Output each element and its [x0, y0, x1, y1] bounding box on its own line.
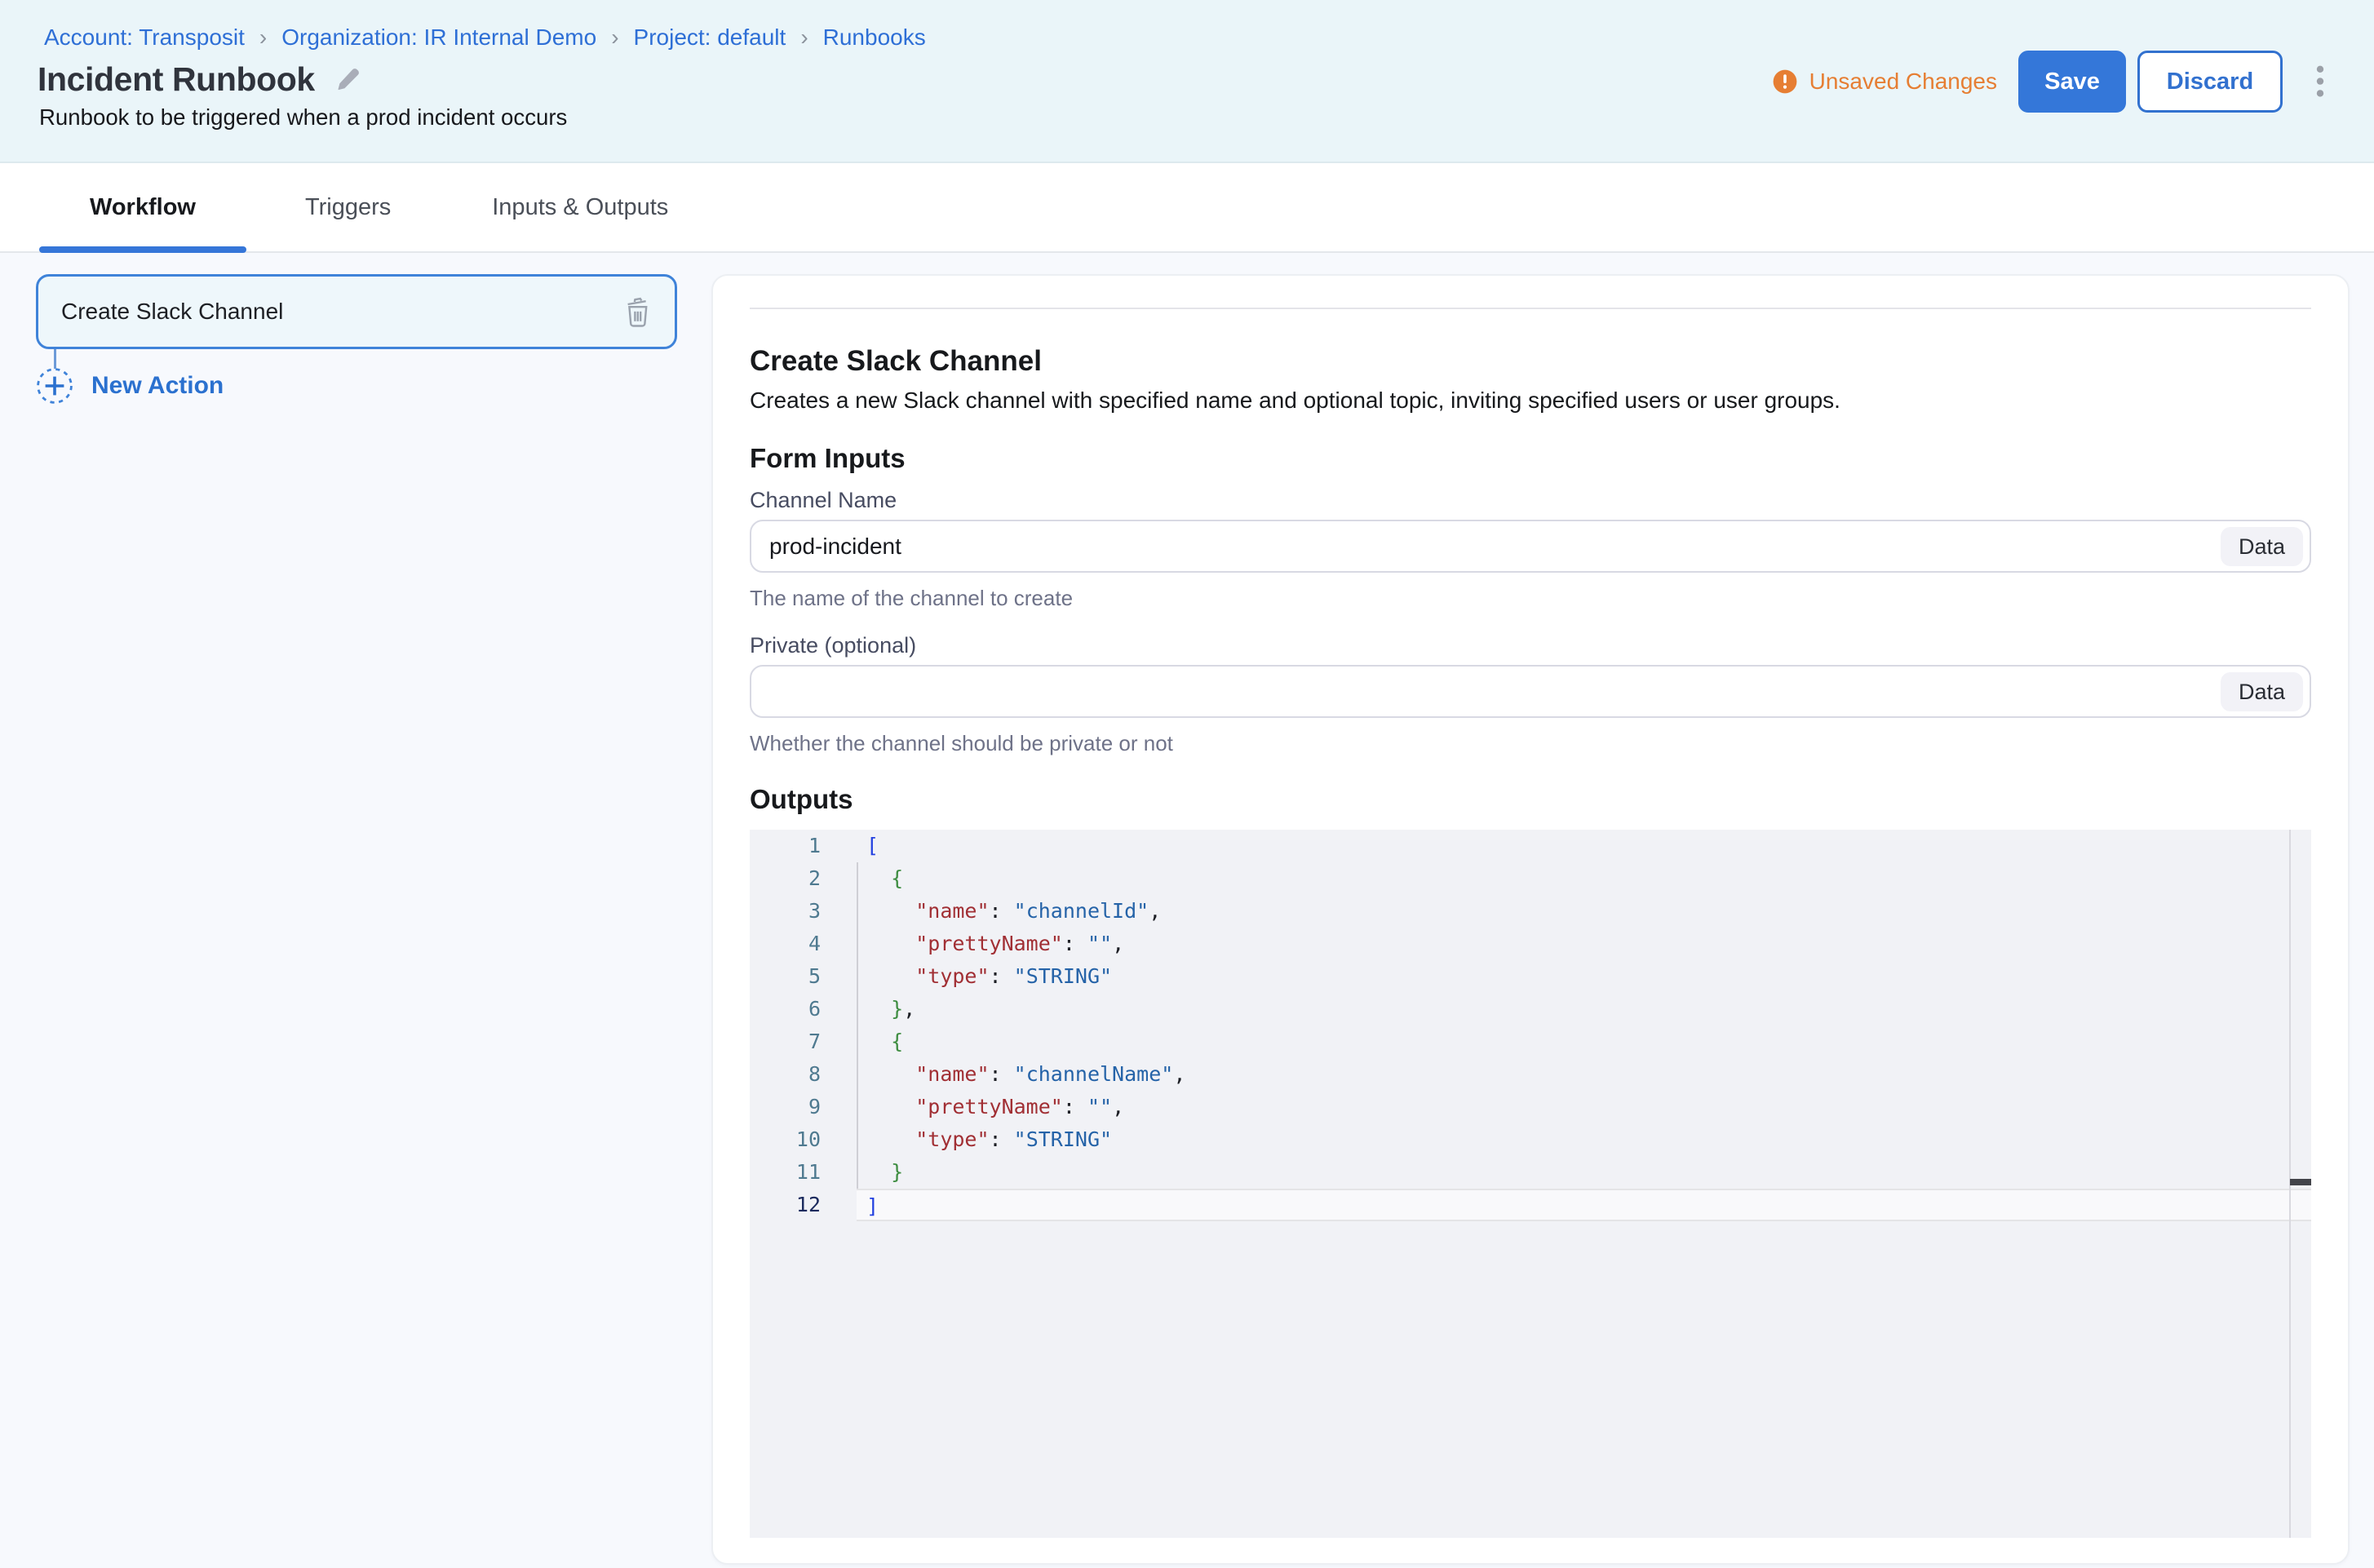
- outputs-heading: Outputs: [750, 782, 2311, 817]
- pencil-icon: [334, 67, 361, 93]
- delete-step-button[interactable]: [621, 293, 655, 330]
- private-input[interactable]: [750, 665, 2311, 718]
- channel-name-input[interactable]: [750, 520, 2311, 573]
- editor-line-number: 10: [750, 1123, 857, 1156]
- unsaved-changes-label: Unsaved Changes: [1809, 69, 1997, 95]
- step-connector-line: [54, 349, 56, 369]
- editor-line-number: 4: [750, 928, 857, 960]
- trash-icon: [624, 296, 652, 327]
- page-title: Incident Runbook: [38, 60, 315, 99]
- action-description: Creates a new Slack channel with specifi…: [750, 386, 2311, 415]
- channel-name-helper: The name of the channel to create: [750, 585, 2311, 611]
- plus-circle-icon: [36, 367, 73, 405]
- editor-line-number: 9: [750, 1091, 857, 1123]
- runbook-subtitle: Runbook to be triggered when a prod inci…: [39, 104, 567, 131]
- editor-scrollbar-thumb[interactable]: [2290, 1179, 2311, 1185]
- tab-workflow[interactable]: Workflow: [39, 163, 246, 251]
- private-data-button[interactable]: Data: [2221, 672, 2303, 711]
- top-divider: [750, 308, 2311, 309]
- breadcrumb-chevron-icon: ›: [786, 24, 822, 50]
- editor-line-number: 12: [750, 1189, 857, 1221]
- editor-gutter: 123456789101112: [750, 830, 857, 1538]
- private-helper: Whether the channel should be private or…: [750, 730, 2311, 756]
- outputs-code-editor[interactable]: 123456789101112 [ { "name": "channelId",…: [750, 830, 2311, 1538]
- main-area: Create Slack Channel: [0, 253, 2374, 1568]
- editor-line-number: 7: [750, 1025, 857, 1058]
- channel-name-label: Channel Name: [750, 485, 2311, 515]
- editor-line-number: 1: [750, 830, 857, 862]
- runbook-editor-page: Account: Transposit›Organization: IR Int…: [0, 0, 2374, 1568]
- editor-line: "prettyName": "",: [857, 1091, 2311, 1123]
- editor-line: "prettyName": "",: [857, 928, 2311, 960]
- tab-bar: Workflow Triggers Inputs & Outputs: [0, 163, 2374, 253]
- save-button[interactable]: Save: [2018, 51, 2126, 113]
- new-action-button[interactable]: New Action: [36, 367, 224, 405]
- page-header: Account: Transposit›Organization: IR Int…: [0, 0, 2374, 163]
- editor-line: {: [857, 862, 2311, 895]
- action-title: Create Slack Channel: [750, 343, 2311, 379]
- editor-line-number: 8: [750, 1058, 857, 1091]
- editor-line-number: 5: [750, 960, 857, 993]
- breadcrumb-organization-link[interactable]: Organization: IR Internal Demo: [281, 24, 596, 50]
- tab-triggers[interactable]: Triggers: [263, 163, 433, 251]
- editor-line-number: 6: [750, 993, 857, 1025]
- unsaved-changes-badge: Unsaved Changes: [1772, 69, 1997, 95]
- form-inputs-heading: Form Inputs: [750, 441, 2311, 476]
- editor-line: [: [857, 830, 2311, 862]
- breadcrumb-runbooks-link[interactable]: Runbooks: [823, 24, 926, 50]
- workflow-step-label: Create Slack Channel: [61, 299, 621, 325]
- breadcrumb-chevron-icon: ›: [245, 24, 281, 50]
- channel-name-data-button[interactable]: Data: [2221, 527, 2303, 566]
- discard-button[interactable]: Discard: [2137, 51, 2283, 113]
- editor-line: }: [857, 1156, 2311, 1189]
- editor-line: "name": "channelId",: [857, 895, 2311, 928]
- editor-line: "type": "STRING": [857, 960, 2311, 993]
- workflow-step-create-slack-channel[interactable]: Create Slack Channel: [36, 274, 677, 349]
- breadcrumb-account-link[interactable]: Account: Transposit: [44, 24, 245, 50]
- more-options-button[interactable]: [2307, 57, 2333, 106]
- edit-title-button[interactable]: [334, 67, 361, 93]
- editor-line: "name": "channelName",: [857, 1058, 2311, 1091]
- editor-code: [ { "name": "channelId", "prettyName": "…: [857, 830, 2311, 1538]
- editor-line: {: [857, 1025, 2311, 1058]
- breadcrumb: Account: Transposit›Organization: IR Int…: [44, 23, 926, 52]
- kebab-icon: [2315, 64, 2325, 100]
- editor-line-number: 11: [750, 1156, 857, 1189]
- editor-indent-guide: [857, 862, 858, 1189]
- breadcrumb-chevron-icon: ›: [596, 24, 633, 50]
- warning-icon: [1772, 69, 1809, 95]
- editor-line: ]: [857, 1189, 2311, 1221]
- editor-line-number: 2: [750, 862, 857, 895]
- breadcrumb-project-link[interactable]: Project: default: [634, 24, 786, 50]
- new-action-label: New Action: [91, 372, 224, 400]
- action-detail-panel: Create Slack Channel Creates a new Slack…: [711, 274, 2350, 1565]
- tab-inputs-outputs[interactable]: Inputs & Outputs: [450, 163, 711, 251]
- editor-line: "type": "STRING": [857, 1123, 2311, 1156]
- private-label: Private (optional): [750, 631, 2311, 660]
- editor-line: },: [857, 993, 2311, 1025]
- editor-line-number: 3: [750, 895, 857, 928]
